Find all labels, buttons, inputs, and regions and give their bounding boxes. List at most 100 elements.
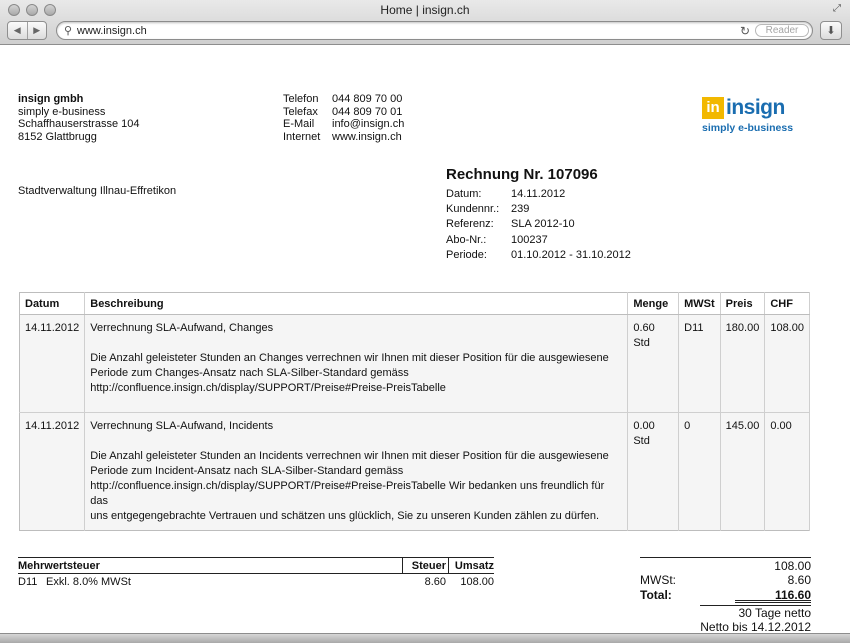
vat-summary-table: Mehrwertsteuer Steuer Umsatz D11 Exkl. 8…	[18, 557, 494, 589]
contact-email[interactable]: info@insign.ch	[332, 118, 404, 131]
meta-value: 14.11.2012	[511, 188, 566, 200]
item-text-line: Periode zum Changes-Ansatz nach SLA-Silb…	[90, 367, 409, 379]
company-logo: in insign simply e-business	[702, 96, 812, 134]
contact-row: E-Mail info@insign.ch	[283, 118, 404, 131]
search-icon: ⚲	[64, 25, 73, 37]
item-amount: 108.00	[764, 314, 810, 413]
meta-label: Abo-Nr.:	[446, 233, 487, 246]
vat-description: Exkl. 8.0% MWSt	[46, 576, 131, 588]
meta-value: SLA 2012-10	[511, 218, 575, 231]
contact-value: 044 809 70 01	[332, 105, 403, 118]
contact-row: Telefax 044 809 70 01	[283, 106, 404, 119]
nav-buttons: ◀ ▶	[7, 21, 47, 40]
recipient-address: Stadtverwaltung Illnau-Effretikon	[18, 185, 177, 197]
item-description: Verrechnung SLA-Aufwand, Incidents Die A…	[84, 412, 629, 531]
back-button[interactable]: ◀	[8, 22, 27, 39]
item-date: 14.11.2012	[19, 412, 86, 531]
contact-label: Telefon	[283, 93, 319, 105]
contact-label: Internet	[283, 130, 321, 143]
item-title: Verrechnung SLA-Aufwand, Changes	[90, 322, 274, 334]
subtotal-value: 108.00	[640, 557, 811, 573]
item-vat-code: D11	[678, 314, 721, 413]
table-header-row: Datum Beschreibung Menge MWSt Preis CHF	[19, 292, 810, 315]
invoice-items-table: Datum Beschreibung Menge MWSt Preis CHF …	[19, 292, 810, 531]
item-amount: 0.00	[764, 412, 810, 531]
invoice-title: Rechnung Nr. 107096	[446, 166, 598, 183]
item-text-line: Die Anzahl geleisteter Stunden an Incide…	[90, 450, 609, 462]
item-title: Verrechnung SLA-Aufwand, Incidents	[90, 420, 274, 432]
invoice-meta: Datum: 14.11.2012 Kundennr.: 239 Referen…	[446, 187, 631, 263]
meta-row: Abo-Nr.: 100237	[446, 233, 631, 248]
payment-terms: 30 Tage netto Netto bis 14.12.2012	[700, 605, 811, 634]
vat-code: D11	[18, 576, 38, 588]
company-city: 8152 Glattbrugg	[18, 130, 97, 143]
column-header-price: Preis	[720, 292, 766, 315]
item-description: Verrechnung SLA-Aufwand, Changes Die Anz…	[84, 314, 629, 413]
reload-icon[interactable]: ↻	[740, 24, 750, 38]
contact-label: E-Mail	[283, 118, 315, 130]
grand-total-row: Total: 116.60	[640, 588, 811, 603]
vat-total-row: MWSt: 8.60	[640, 573, 811, 588]
fullscreen-icon[interactable]: ⤢	[833, 3, 841, 14]
contact-website[interactable]: www.insign.ch	[332, 131, 402, 144]
item-quantity: 0.00 Std	[627, 412, 680, 531]
item-price: 180.00	[720, 314, 766, 413]
item-price: 145.00	[720, 412, 766, 531]
url-text[interactable]: www.insign.ch	[77, 25, 147, 37]
meta-row: Periode: 01.10.2012 - 31.10.2012	[446, 248, 631, 263]
contact-value: 044 809 70 00	[332, 93, 403, 105]
item-link[interactable]: http://confluence.insign.ch/display/SUPP…	[90, 381, 622, 396]
meta-row: Referenz: SLA 2012-10	[446, 217, 631, 232]
item-date: 14.11.2012	[19, 314, 86, 413]
downloads-icon[interactable]: ⬇	[820, 21, 842, 40]
column-header-vat: MWSt	[678, 292, 721, 315]
address-bar[interactable]: ⚲ www.insign.ch ↻ Reader	[56, 21, 813, 40]
item-link[interactable]: http://confluence.insign.ch/display/SUPP…	[90, 479, 622, 509]
meta-value: 01.10.2012 - 31.10.2012	[511, 248, 631, 261]
column-header-chf: CHF	[764, 292, 810, 315]
table-row: 14.11.2012 Verrechnung SLA-Aufwand, Inci…	[19, 412, 810, 531]
item-text-line: Periode zum Incident-Ansatz nach SLA-Sil…	[90, 465, 404, 477]
item-text-line: Die Anzahl geleisteter Stunden an Change…	[90, 352, 609, 364]
vat-header-label: Mehrwertsteuer	[18, 560, 100, 572]
logo-mark: in insign	[702, 96, 812, 120]
window-title: Home | insign.ch	[380, 3, 470, 17]
vat-total-label: MWSt:	[640, 573, 676, 587]
company-tagline: simply e-business	[18, 105, 106, 118]
item-vat-code: 0	[678, 412, 721, 531]
reader-button[interactable]: Reader	[755, 24, 809, 37]
meta-value: 100237	[511, 233, 548, 246]
meta-label: Kundennr.:	[446, 203, 500, 216]
grand-total-value: 116.60	[734, 588, 811, 603]
forward-button[interactable]: ▶	[26, 22, 47, 39]
logo-box: in	[702, 97, 724, 119]
column-header-quantity: Menge	[627, 292, 680, 315]
item-quantity: 0.60 Std	[627, 314, 680, 413]
meta-label: Datum:	[446, 188, 482, 200]
column-header-date: Datum	[19, 292, 86, 315]
vat-header-base: Umsatz	[448, 558, 494, 573]
logo-wordmark: insign	[726, 96, 785, 119]
vat-base-amount: 108.00	[460, 576, 494, 588]
vat-header-tax: Steuer	[402, 558, 448, 573]
contact-row: Telefon 044 809 70 00	[283, 93, 404, 106]
grand-total-label: Total:	[640, 588, 672, 602]
sender-address: insign gmbh simply e-business Schaffhaus…	[18, 93, 139, 143]
invoice-totals: 108.00 MWSt: 8.60 Total: 116.60	[640, 557, 811, 603]
contact-label: Telefax	[283, 105, 318, 118]
meta-label: Periode:	[446, 248, 487, 261]
meta-label: Referenz:	[446, 218, 494, 231]
table-row: 14.11.2012 Verrechnung SLA-Aufwand, Chan…	[19, 314, 810, 413]
browser-toolbar: Home | insign.ch ⤢ ◀ ▶ ⚲ www.insign.ch ↻…	[0, 0, 850, 45]
contact-block: Telefon 044 809 70 00 Telefax 044 809 70…	[283, 93, 404, 143]
status-bar	[0, 633, 850, 643]
company-street: Schaffhauserstrasse 104	[18, 118, 140, 130]
contact-row: Internet www.insign.ch	[283, 131, 404, 144]
meta-row: Kundennr.: 239	[446, 202, 631, 217]
meta-value: 239	[511, 203, 530, 216]
vat-header-row: Mehrwertsteuer Steuer Umsatz	[18, 557, 494, 574]
vat-row: D11 Exkl. 8.0% MWSt 8.60 108.00	[18, 574, 494, 589]
column-header-description: Beschreibung	[84, 292, 629, 315]
payment-due-date: Netto bis 14.12.2012	[700, 620, 811, 634]
payment-terms-days: 30 Tage netto	[738, 606, 811, 620]
